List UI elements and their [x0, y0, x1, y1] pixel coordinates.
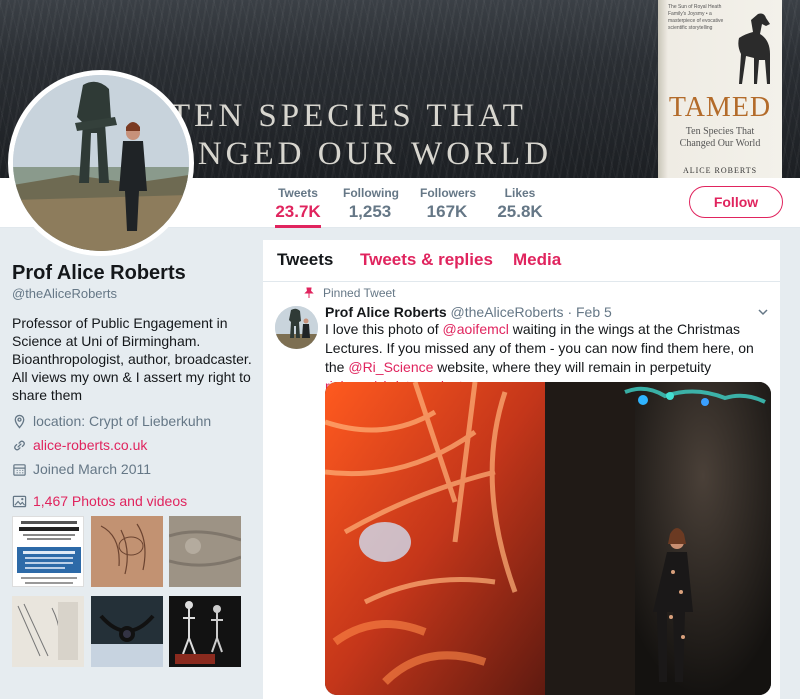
stat-followers-value: 167K	[426, 202, 468, 221]
skeleton-thumbnail	[169, 596, 241, 667]
stone-thumbnail	[169, 516, 241, 587]
tweet-avatar-photo	[275, 306, 318, 349]
photo-thumb-4[interactable]	[12, 596, 84, 667]
mention-ri-science[interactable]: @Ri_Science	[348, 359, 433, 375]
website-link[interactable]: alice-roberts.co.uk	[33, 437, 147, 453]
profile-name: Prof Alice Roberts	[12, 262, 186, 284]
banner-tagline: TEN SPECIES THAT ANGED OUR WORLD	[170, 97, 650, 173]
chevron-down-icon[interactable]	[757, 306, 769, 318]
pinned-text: Pinned Tweet	[323, 286, 396, 300]
profile-bio: Professor of Public Engagement in Scienc…	[12, 315, 252, 403]
banner-tagline-line2: ANGED OUR WORLD	[170, 136, 553, 172]
joined-row: Joined March 2011	[12, 460, 151, 478]
photos-videos-row[interactable]: 1,467 Photos and videos	[12, 492, 187, 510]
pin-icon	[304, 287, 314, 298]
location-row: location: Crypt of Lieberkuhn	[12, 412, 211, 430]
stat-followers[interactable]: Followers 167K	[420, 178, 477, 228]
stat-likes[interactable]: Likes 25.8K	[497, 178, 543, 228]
joined-text: Joined March 2011	[33, 461, 152, 477]
photo-thumb-3[interactable]	[169, 516, 241, 587]
banner-tagline-line1: TEN SPECIES THAT	[170, 98, 527, 134]
necklace-thumbnail	[91, 596, 163, 667]
tweet-header: Prof Alice Roberts @theAliceRoberts · Fe…	[325, 304, 612, 320]
timeline: Tweets Tweets & replies Media Pinned Twe…	[263, 240, 780, 699]
photo-thumb-2[interactable]	[91, 516, 163, 587]
timeline-tabs: Tweets Tweets & replies Media	[263, 240, 780, 282]
book-subtitle: Ten Species That Changed Our World	[679, 126, 761, 149]
calendar-icon	[13, 463, 26, 476]
stat-tweets[interactable]: Tweets 23.7K	[275, 178, 321, 228]
image-icon	[12, 495, 27, 507]
location-text: location: Crypt of Lieberkuhn	[33, 413, 212, 429]
book-blurb: The Sun of Royal Heath Family's Joysmy •…	[668, 4, 724, 31]
mention-aoifemcl[interactable]: @aoifemcl	[443, 321, 509, 337]
dog-illustration	[738, 13, 770, 84]
photos-videos-link[interactable]: 1,467 Photos and videos	[33, 493, 187, 509]
profile-sidebar: Prof Alice Roberts @theAliceRoberts Prof…	[0, 228, 262, 699]
stat-tweets-value: 23.7K	[275, 202, 321, 221]
photo-thumb-1[interactable]	[12, 516, 84, 587]
right-gutter	[780, 240, 800, 699]
tweet-author-handle[interactable]: @theAliceRoberts	[451, 304, 564, 320]
sketch-thumbnail	[91, 516, 163, 587]
book-author: ALICE ROBERTS	[682, 166, 758, 175]
pinned-tweet-label: Pinned Tweet	[303, 286, 396, 300]
photo-thumb-5[interactable]	[91, 596, 163, 667]
stat-tweets-label: Tweets	[278, 186, 318, 200]
tweet-text-part3: website, where they will remain in perpe…	[433, 359, 712, 375]
book-cover: The Sun of Royal Heath Family's Joysmy •…	[658, 0, 782, 178]
stat-following[interactable]: Following 1,253	[343, 178, 399, 228]
stat-following-label: Following	[343, 186, 399, 200]
stat-followers-label: Followers	[420, 186, 477, 200]
website-row: alice-roberts.co.uk	[12, 436, 147, 454]
stat-likes-label: Likes	[504, 186, 536, 200]
poster-thumbnail	[13, 517, 83, 586]
avatar-photo	[13, 75, 189, 251]
tweet-avatar[interactable]	[275, 306, 318, 349]
tweet-text-part1: I love this photo of	[325, 321, 443, 337]
book-title: TAMED	[668, 92, 772, 123]
profile-handle[interactable]: @theAliceRoberts	[12, 286, 117, 301]
tab-tweets[interactable]: Tweets	[277, 250, 333, 270]
location-pin-icon	[14, 414, 25, 429]
stat-likes-value: 25.8K	[497, 202, 543, 221]
tab-tweets-replies[interactable]: Tweets & replies	[360, 250, 493, 270]
tweet-photo[interactable]	[325, 382, 771, 695]
link-icon	[14, 440, 25, 450]
stat-following-value: 1,253	[348, 202, 392, 221]
notebook-thumbnail	[12, 596, 84, 667]
tweet-author-name[interactable]: Prof Alice Roberts	[325, 304, 447, 320]
stage-photo	[325, 382, 771, 695]
tab-media[interactable]: Media	[513, 250, 561, 270]
photo-thumb-6[interactable]	[169, 596, 241, 667]
follow-button[interactable]: Follow	[689, 186, 783, 218]
tweet-date[interactable]: · Feb 5	[567, 304, 611, 320]
